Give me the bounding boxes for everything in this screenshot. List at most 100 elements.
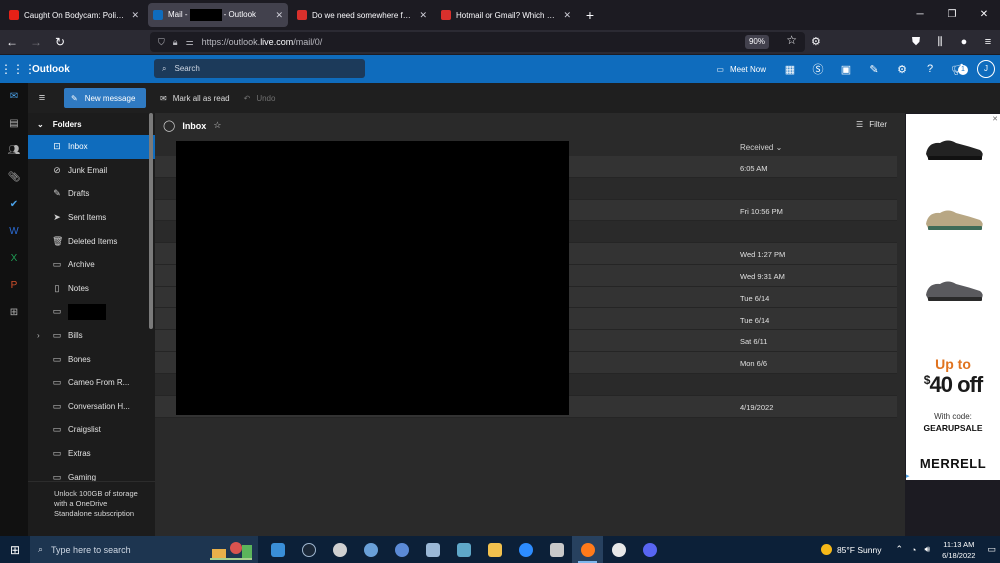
more-apps-icon[interactable]: ⊞ <box>0 299 28 326</box>
zoom-icon[interactable] <box>510 536 541 563</box>
close-window-icon[interactable]: ✕ <box>968 0 1000 30</box>
folder-item-notes[interactable]: ▯ Notes <box>28 277 155 301</box>
app-launcher-icon[interactable]: ⋮⋮⋮ <box>0 62 36 76</box>
folder-scrollbar[interactable] <box>149 113 153 329</box>
whats-new-icon[interactable]: 📢︎1 <box>944 63 972 76</box>
filter-button[interactable]: ☰ Filter <box>856 120 887 129</box>
adchoices-icon[interactable]: ▸ <box>906 472 910 480</box>
forward-icon[interactable]: → <box>24 35 48 49</box>
folder-item-sent[interactable]: ➤ Sent Items <box>28 206 155 230</box>
folder-item-drafts[interactable]: ✎ Drafts <box>28 182 155 206</box>
chevron-right-icon[interactable]: › <box>37 331 40 340</box>
folders-header[interactable]: ⌄ Folders <box>28 113 155 135</box>
taskbar-search-input[interactable]: ⌕ Type here to search <box>30 536 258 563</box>
note-icon: ▯ <box>54 282 60 293</box>
close-tab-icon[interactable]: ✕ <box>563 10 571 21</box>
hamburger-menu-icon[interactable]: ≡ <box>28 92 56 104</box>
file-explorer-icon[interactable] <box>479 536 510 563</box>
chevron-up-icon[interactable]: ⌃ <box>895 544 903 555</box>
close-tab-icon[interactable]: ✕ <box>275 10 283 21</box>
mark-all-read-button[interactable]: ✉ Mark all as read <box>160 94 230 103</box>
people-icon[interactable]: 👥︎ <box>0 137 28 164</box>
search-input[interactable]: ⌕ Search <box>154 59 365 78</box>
folder-item-conversation[interactable]: ▭ Conversation H... <box>28 395 155 419</box>
mail-icon[interactable]: ✉ <box>0 83 28 110</box>
permissions-icon[interactable]: ⚌ <box>186 37 194 48</box>
minimize-icon[interactable]: ─ <box>904 0 936 30</box>
advertisement[interactable]: ✕ Up to $40 off With code: GEARUPSALE ME… <box>906 114 1000 480</box>
weather-widget[interactable]: 85°F Sunny <box>820 544 881 555</box>
restore-icon[interactable]: ❐ <box>936 0 968 30</box>
ad-close-icon[interactable]: ✕ <box>992 115 998 123</box>
notifications-icon[interactable]: ▭ <box>987 544 996 555</box>
folder-item-deleted[interactable]: 🗑︎ Deleted Items <box>28 229 155 253</box>
attachment-icon[interactable]: 📎︎ <box>0 164 28 191</box>
slack-icon[interactable] <box>603 536 634 563</box>
obs-icon[interactable] <box>324 536 355 563</box>
settings-gear-icon[interactable]: ⚙ <box>811 35 821 48</box>
favorite-star-icon[interactable]: ☆ <box>213 120 221 131</box>
zoom-level[interactable]: 90% <box>744 35 769 49</box>
folder-item-junk[interactable]: ⊘ Junk Email <box>28 159 155 183</box>
feedback-icon[interactable]: ✎ <box>860 63 888 76</box>
my-day-icon[interactable]: ▦ <box>776 63 804 76</box>
bird-app-2-icon[interactable] <box>386 536 417 563</box>
folder-item-cameo[interactable]: ▭ Cameo From R... <box>28 371 155 395</box>
excel-icon[interactable]: X <box>0 245 28 272</box>
close-tab-icon[interactable]: ✕ <box>131 10 139 21</box>
select-all-checkbox-icon[interactable]: ◯ <box>163 119 175 132</box>
discord-icon[interactable] <box>634 536 665 563</box>
back-icon[interactable]: ← <box>0 35 24 49</box>
app-title[interactable]: Outlook <box>32 64 70 75</box>
library-icon[interactable]: ⫼ <box>928 36 952 49</box>
settings-icon[interactable]: ⚙ <box>888 63 916 76</box>
folders-title: Folders <box>52 119 82 129</box>
skype-icon[interactable]: Ⓢ <box>804 61 832 77</box>
browser-tab[interactable]: Hotmail or Gmail? Which one o ✕ <box>436 3 576 27</box>
volume-icon[interactable]: 🔊︎ <box>924 544 930 555</box>
notepad-icon[interactable] <box>448 536 479 563</box>
news-app-icon[interactable] <box>417 536 448 563</box>
onedrive-upsell[interactable]: Unlock 100GB of storage with a OneDrive … <box>28 481 155 536</box>
browser-tab[interactable]: Caught On Bodycam: Police De ✕ <box>4 3 144 27</box>
windows-start-icon[interactable]: ⊞ <box>0 543 30 557</box>
firefox-icon[interactable] <box>572 536 603 563</box>
powerpoint-icon[interactable]: P <box>0 272 28 299</box>
folder-item-inbox[interactable]: ⊡ Inbox <box>28 135 155 159</box>
extension-icon[interactable]: ● <box>952 36 976 48</box>
message-date: Wed 9:31 AM <box>740 272 785 281</box>
shield-icon[interactable]: ⛉ <box>158 37 165 48</box>
clock[interactable]: 11:13 AM 6/18/2022 <box>942 539 975 561</box>
new-tab-button[interactable]: + <box>582 7 598 23</box>
office-icon[interactable]: ▣ <box>832 63 860 76</box>
folder-item-bones[interactable]: ▭ Bones <box>28 347 155 371</box>
browser-tab[interactable]: Do we need somewhere for pe ✕ <box>292 3 432 27</box>
folder-item-extras[interactable]: ▭ Extras <box>28 442 155 466</box>
word-icon[interactable]: W <box>0 218 28 245</box>
meet-now-button[interactable]: ▭ Meet Now <box>710 65 776 74</box>
menu-icon[interactable]: ≡ <box>976 36 1000 48</box>
new-message-button[interactable]: ✎ New message <box>64 88 146 108</box>
bookmark-star-icon[interactable]: ☆ <box>786 33 797 47</box>
folder-item-craigslist[interactable]: ▭ Craigslist <box>28 418 155 442</box>
bird-app-icon[interactable] <box>355 536 386 563</box>
reload-icon[interactable]: ↻ <box>48 35 72 49</box>
undo-button[interactable]: ↶ Undo <box>244 94 276 103</box>
folder-item-redacted[interactable]: ▭ <box>28 300 155 324</box>
folder-item-bills[interactable]: › ▭ Bills <box>28 324 155 348</box>
lock-icon[interactable]: 🔒︎ <box>173 37 178 48</box>
pocket-icon[interactable]: ⛊ <box>904 36 928 49</box>
media-app-icon[interactable] <box>541 536 572 563</box>
photos-app-icon[interactable] <box>262 536 293 563</box>
network-icon[interactable]: ◔ <box>911 545 916 555</box>
browser-tab-active[interactable]: Mail -- Outlook ✕ <box>148 3 288 27</box>
help-icon[interactable]: ? <box>916 63 944 75</box>
avatar[interactable]: J <box>977 60 995 78</box>
steam-icon[interactable] <box>293 536 324 563</box>
close-tab-icon[interactable]: ✕ <box>419 10 427 21</box>
todo-icon[interactable]: ✔ <box>0 191 28 218</box>
calendar-icon[interactable]: ▤ <box>0 110 28 137</box>
sort-column-header[interactable]: Received ⌄ <box>740 143 782 152</box>
url-bar[interactable]: ⛉ 🔒︎ ⚌ https://outlook.live.com/mail/0/ … <box>150 32 805 52</box>
folder-item-archive[interactable]: ▭ Archive <box>28 253 155 277</box>
